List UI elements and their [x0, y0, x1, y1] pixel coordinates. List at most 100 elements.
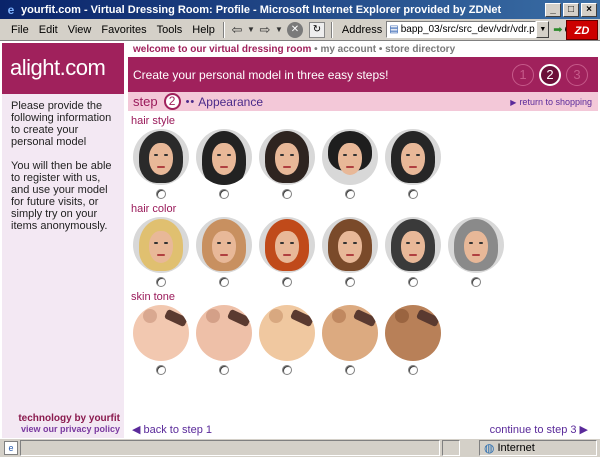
close-button[interactable]: ×	[581, 2, 597, 17]
page-status-icon: e	[4, 441, 18, 455]
hair-style-option	[195, 129, 252, 199]
step-word: step	[133, 94, 158, 109]
skin-tone-option	[384, 305, 441, 375]
hair-color-image[interactable]	[195, 217, 252, 273]
menu-view[interactable]: View	[63, 24, 97, 36]
return-to-shopping-link[interactable]: ▶ return to shopping	[510, 97, 592, 107]
back-to-step-1-link[interactable]: ◀ back to step 1	[132, 423, 212, 436]
maximize-button[interactable]: □	[563, 2, 579, 17]
hair-color-radio[interactable]	[281, 277, 292, 287]
continue-label: continue to step 3	[489, 424, 577, 436]
status-bar: e ◍ Internet	[0, 438, 600, 457]
main-panel: welcome to our virtual dressing room • m…	[128, 43, 598, 438]
refresh-icon[interactable]: ↻	[308, 21, 325, 38]
skin-tone-image[interactable]	[258, 305, 315, 361]
bottom-nav: ◀ back to step 1 continue to step 3 ▶	[128, 423, 598, 437]
privacy-link[interactable]: view our privacy policy	[2, 424, 120, 434]
go-arrow-icon: ➡	[553, 24, 563, 36]
sidebar: alight.com Please provide the following …	[2, 43, 124, 438]
menu-tools[interactable]: Tools	[152, 24, 188, 36]
menu-bar: File Edit View Favorites Tools Help	[0, 24, 220, 36]
step-bar: step 2 •• Appearance ▶ return to shopping	[128, 92, 598, 111]
address-label: Address	[341, 23, 383, 36]
hair-color-radio[interactable]	[155, 277, 166, 287]
hair-color-option	[321, 217, 378, 287]
skin-tone-option	[258, 305, 315, 375]
hair-style-option	[132, 129, 189, 199]
address-value: bapp_03/src/src_dev/vdr/vdr.php	[400, 24, 537, 35]
hair-color-options	[128, 217, 598, 287]
address-dropdown-icon[interactable]: ▼	[536, 21, 550, 38]
welcome-link[interactable]: welcome to our virtual dressing room	[133, 44, 311, 55]
forward-arrow-icon[interactable]: ⇨	[256, 22, 274, 38]
step-3-indicator[interactable]: 3	[566, 63, 588, 86]
intro-text: Please provide the following information…	[11, 100, 112, 148]
skin-tone-radio[interactable]	[281, 365, 292, 375]
hair-style-image[interactable]	[258, 129, 315, 185]
step-dots: ••	[185, 95, 196, 108]
security-zone[interactable]: ◍ Internet	[479, 440, 597, 456]
ie-icon: e	[7, 2, 15, 17]
hair-color-image[interactable]	[132, 217, 189, 273]
skin-tone-radio[interactable]	[155, 365, 166, 375]
hair-style-radio[interactable]	[344, 189, 355, 199]
page-content: alight.com Please provide the following …	[0, 41, 600, 438]
hair-style-radio[interactable]	[218, 189, 229, 199]
step-1-indicator[interactable]: 1	[512, 63, 534, 86]
hair-color-radio[interactable]	[470, 277, 481, 287]
hair-color-radio[interactable]	[407, 277, 418, 287]
alight-logo[interactable]: alight.com	[2, 43, 124, 94]
skin-tone-image[interactable]	[195, 305, 252, 361]
back-arrow-icon[interactable]: ⇦	[228, 22, 246, 38]
skin-tone-radio[interactable]	[407, 365, 418, 375]
title-bar: e yourfit.com - Virtual Dressing Room: P…	[0, 0, 600, 19]
menu-help[interactable]: Help	[187, 24, 220, 36]
continue-to-step-3-link[interactable]: continue to step 3 ▶	[490, 423, 588, 436]
menu-favorites[interactable]: Favorites	[96, 24, 151, 36]
stop-icon[interactable]: ✕	[286, 21, 303, 38]
hair-color-image[interactable]	[447, 217, 504, 273]
skin-tone-image[interactable]	[132, 305, 189, 361]
hair-color-option	[447, 217, 504, 287]
hair-color-option	[132, 217, 189, 287]
step-2-indicator: 2	[539, 63, 561, 86]
hair-color-radio[interactable]	[218, 277, 229, 287]
back-dropdown-icon[interactable]: ▼	[246, 22, 256, 38]
hair-style-option	[321, 129, 378, 199]
skin-tone-image[interactable]	[321, 305, 378, 361]
hair-style-options	[128, 129, 598, 199]
status-text-pane	[20, 440, 440, 456]
skin-tone-option	[321, 305, 378, 375]
address-input[interactable]: ▤ bapp_03/src/src_dev/vdr/vdr.php	[386, 21, 537, 38]
hair-style-radio[interactable]	[281, 189, 292, 199]
my-account-link[interactable]: my account	[320, 44, 376, 55]
skin-tone-radio[interactable]	[344, 365, 355, 375]
skin-tone-radio[interactable]	[218, 365, 229, 375]
section-title: Appearance	[198, 94, 263, 109]
hair-style-image[interactable]	[195, 129, 252, 185]
menu-file[interactable]: File	[6, 24, 34, 36]
hair-color-radio[interactable]	[344, 277, 355, 287]
menu-edit[interactable]: Edit	[34, 24, 63, 36]
tech-credit[interactable]: technology by yourfit	[2, 413, 120, 424]
store-directory-link[interactable]: store directory	[385, 44, 455, 55]
top-nav: welcome to our virtual dressing room • m…	[128, 43, 598, 57]
hair-color-image[interactable]	[258, 217, 315, 273]
hair-style-radio[interactable]	[407, 189, 418, 199]
window-title: yourfit.com - Virtual Dressing Room: Pro…	[21, 3, 502, 16]
hair-style-image[interactable]	[132, 129, 189, 185]
hair-color-image[interactable]	[321, 217, 378, 273]
triangle-right-icon: ▶	[510, 97, 517, 107]
toolbar-separator	[222, 21, 225, 38]
return-label: return to shopping	[519, 96, 592, 107]
hair-style-image[interactable]	[321, 129, 378, 185]
hair-style-image[interactable]	[384, 129, 441, 185]
hair-color-image[interactable]	[384, 217, 441, 273]
back-label: back to step 1	[143, 424, 213, 436]
skin-tone-image[interactable]	[384, 305, 441, 361]
hair-color-label: hair color	[131, 203, 177, 215]
nav-separator: •	[314, 44, 318, 55]
hair-style-radio[interactable]	[155, 189, 166, 199]
forward-dropdown-icon[interactable]: ▼	[274, 22, 284, 38]
minimize-button[interactable]: _	[545, 2, 561, 17]
